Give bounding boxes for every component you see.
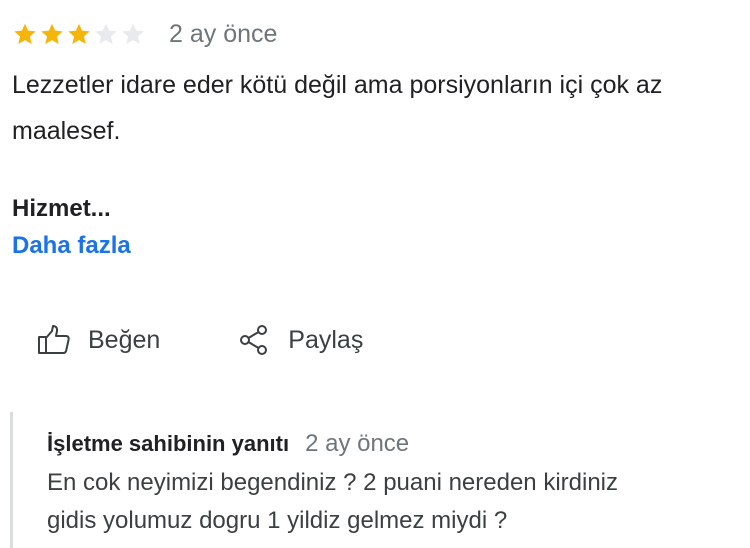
owner-reply-text: En cok neyimizi begendiniz ? 2 puani ner… — [47, 464, 737, 540]
star-filled-icon — [66, 21, 92, 47]
like-label: Beğen — [88, 325, 161, 354]
star-filled-icon — [39, 21, 65, 47]
service-label: Hizmet... — [12, 195, 111, 222]
review-time: 2 ay önce — [169, 19, 278, 48]
star-empty-icon — [93, 21, 119, 47]
owner-reply-line: gidis yolumuz dogru 1 yildiz gelmez miyd… — [47, 507, 508, 534]
owner-reply-author: İşletme sahibinin yanıtı — [47, 431, 290, 456]
star-filled-icon — [12, 21, 38, 47]
star-empty-icon — [120, 21, 146, 47]
rating-row: 2 ay önce — [12, 14, 742, 54]
share-label: Paylaş — [288, 325, 364, 354]
share-icon — [236, 322, 272, 358]
share-button[interactable]: Paylaş — [236, 322, 363, 358]
review-actions: Beğen Paylaş — [36, 322, 363, 358]
owner-reply-line: En cok neyimizi begendiniz ? 2 puani ner… — [47, 469, 619, 496]
more-link[interactable]: Daha fazla — [12, 226, 742, 266]
owner-reply-header: İşletme sahibinin yanıtı 2 ay önce — [47, 430, 743, 458]
star-rating — [12, 21, 147, 47]
review-card: 2 ay önce Lezzetler idare eder kötü deği… — [12, 14, 742, 266]
owner-reply-time: 2 ay önce — [305, 430, 410, 457]
owner-reply: İşletme sahibinin yanıtı 2 ay önce En co… — [10, 412, 743, 548]
review-text: Lezzetler idare eder kötü değil ama pors… — [12, 71, 663, 145]
thumbs-up-icon — [36, 322, 72, 358]
like-button[interactable]: Beğen — [36, 322, 160, 358]
